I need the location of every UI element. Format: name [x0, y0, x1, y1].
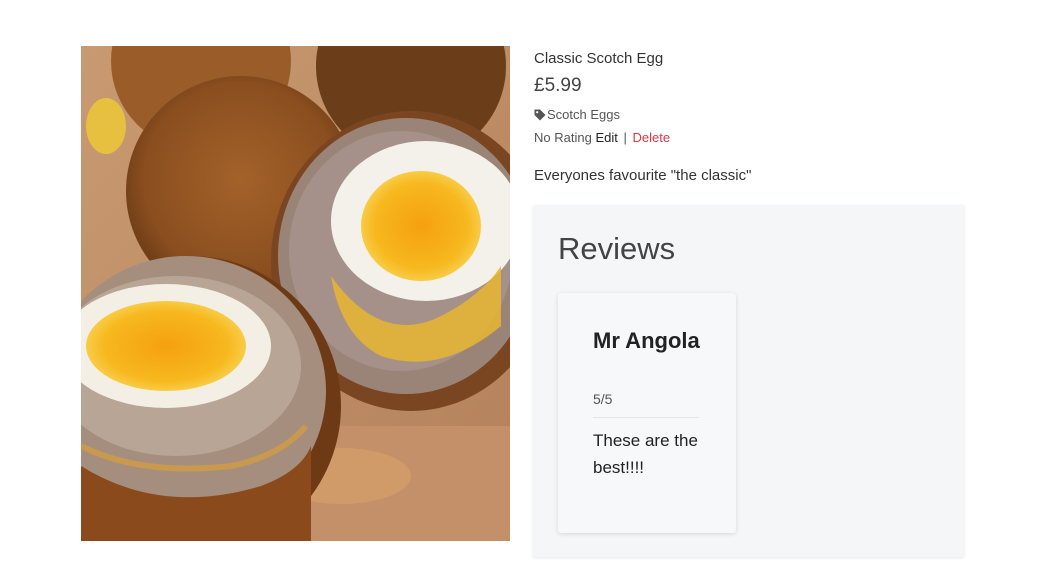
review-card: Mr Angola 5/5 These are the best!!!!	[558, 293, 736, 533]
tag-icon	[534, 109, 546, 121]
product-price: £5.99	[534, 75, 582, 96]
product-description: Everyones favourite "the classic"	[534, 167, 752, 184]
rating-text: No Rating	[534, 130, 592, 145]
reviews-panel: Reviews Mr Angola 5/5 These are the best…	[533, 205, 964, 557]
delete-link[interactable]: Delete	[632, 130, 670, 145]
category-label[interactable]: Scotch Eggs	[547, 106, 620, 124]
review-author: Mr Angola	[593, 328, 700, 353]
review-divider	[593, 417, 699, 418]
product-category[interactable]: Scotch Eggs	[534, 106, 964, 124]
product-detail-page: Classic Scotch Egg £5.99 Scotch Eggs No …	[0, 0, 1051, 578]
separator: |	[623, 130, 627, 145]
edit-link[interactable]: Edit	[595, 130, 617, 145]
scotch-egg-photo	[81, 46, 510, 541]
product-name: Classic Scotch Egg	[534, 50, 664, 67]
product-actions: No Rating Edit | Delete	[534, 129, 964, 147]
product-details: Classic Scotch Egg £5.99 Scotch Eggs No …	[534, 46, 964, 186]
reviews-title: Reviews	[558, 231, 676, 266]
review-rating: 5/5	[593, 391, 613, 407]
product-image	[81, 46, 510, 541]
review-text: These are the best!!!!	[593, 431, 698, 477]
